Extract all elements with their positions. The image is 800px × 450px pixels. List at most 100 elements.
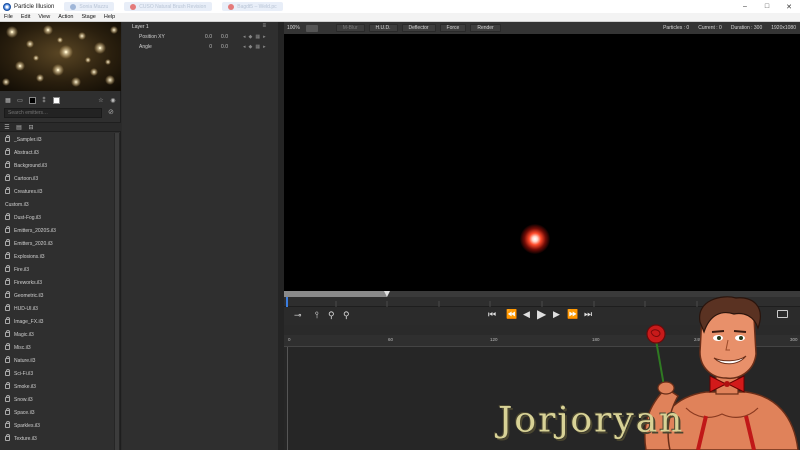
library-item[interactable]: Fireworks.il3: [0, 276, 114, 289]
stage-canvas[interactable]: [284, 34, 800, 291]
library-item[interactable]: Background.il3: [0, 159, 114, 172]
motion-blur-button[interactable]: M-Blur: [335, 24, 365, 32]
step-forward-icon[interactable]: ▶: [553, 309, 560, 320]
property-value[interactable]: 0.0: [218, 44, 228, 50]
menu-help[interactable]: Help: [100, 14, 119, 20]
grid-view-icon[interactable]: ▦: [4, 97, 12, 104]
layer-menu-icon[interactable]: ≡: [262, 23, 266, 29]
key-icon[interactable]: ⊸: [294, 310, 302, 321]
property-value[interactable]: 0: [202, 44, 212, 50]
lock-icon: [5, 434, 10, 441]
go-to-start-icon[interactable]: ⏮: [488, 309, 496, 320]
lock-icon: [5, 304, 10, 311]
library-item-label: Smoke.il3: [14, 383, 36, 390]
sparkle-preview-image: [0, 22, 121, 91]
step-back-icon[interactable]: ◀: [523, 309, 530, 320]
library-item[interactable]: Emitters_2020.il3: [0, 237, 114, 250]
go-to-end-icon[interactable]: ⏭: [584, 309, 592, 320]
library-item-label: Image_FX.il3: [14, 318, 44, 325]
close-button[interactable]: ✕: [778, 0, 800, 13]
menu-file[interactable]: File: [0, 14, 17, 20]
menu-edit[interactable]: Edit: [17, 14, 34, 20]
list-view-icon[interactable]: ☰: [3, 124, 11, 131]
rewind-icon[interactable]: ⏪: [506, 309, 517, 320]
background-tab[interactable]: Sonia Mazzu: [64, 2, 115, 11]
white-bg-icon[interactable]: [52, 96, 60, 104]
deflector-button[interactable]: Deflector: [401, 24, 436, 32]
render-button[interactable]: Render: [470, 24, 501, 32]
fit-view-button[interactable]: [305, 24, 318, 32]
scrollbar-thumb[interactable]: [115, 133, 119, 450]
hud-button[interactable]: H.U.D.: [368, 24, 398, 32]
minimize-button[interactable]: –: [734, 0, 756, 13]
library-item[interactable]: Image_FX.il3: [0, 315, 114, 328]
library-item[interactable]: Abstract.il3: [0, 146, 114, 159]
library-item[interactable]: Fire.il3: [0, 263, 114, 276]
add-keyframe-left-icon[interactable]: ⫯: [315, 310, 319, 321]
play-icon[interactable]: ▶: [537, 307, 546, 321]
layer-header[interactable]: Layer 1 ≡: [122, 22, 278, 32]
library-item-label: Space.il3: [14, 409, 35, 416]
library-search-input[interactable]: [4, 108, 102, 118]
clear-search-icon[interactable]: ⊘: [108, 108, 117, 117]
property-value-y[interactable]: 0.0: [218, 34, 228, 40]
library-item[interactable]: Snow.il3: [0, 393, 114, 406]
duration: Duration : 300: [730, 25, 763, 31]
background-tab[interactable]: Bagdt5 – Weld.pc: [222, 2, 283, 11]
library-item[interactable]: Texture.il3: [0, 432, 114, 445]
checker-bg-icon[interactable]: ⁑: [40, 97, 48, 104]
library-item[interactable]: Sci-Fi.il3: [0, 367, 114, 380]
property-value-x[interactable]: 0.0: [202, 34, 212, 40]
background-tab[interactable]: CUSO Natural Brush Revision: [124, 2, 213, 11]
add-keyframe-icon[interactable]: ⚲: [328, 310, 335, 321]
library-item[interactable]: Sparkles.il3: [0, 419, 114, 432]
lock-icon: [5, 213, 10, 220]
keyframe-next-icon[interactable]: ▸: [263, 44, 266, 50]
graph-icon[interactable]: ▦: [255, 44, 260, 50]
library-item[interactable]: Nature.il3: [0, 354, 114, 367]
library-item[interactable]: Misc.il3: [0, 341, 114, 354]
keyframe-add-icon[interactable]: ◆: [249, 44, 253, 50]
property-row[interactable]: Position XY 0.0 0.0 ◂ ◆ ▦ ▸: [122, 32, 278, 42]
library-item[interactable]: Creatures.il3: [0, 185, 114, 198]
favorite-star-icon[interactable]: ☆: [97, 97, 105, 104]
library-item-label: Geometric.il3: [14, 292, 44, 299]
lock-icon: [5, 278, 10, 285]
keyframe-pin-icon[interactable]: ⚲: [343, 310, 350, 321]
library-item[interactable]: Emitters_2020S.il3: [0, 224, 114, 237]
library-folder[interactable]: Custom.il3: [0, 198, 114, 211]
graph-icon[interactable]: ▦: [255, 34, 260, 40]
fast-forward-icon[interactable]: ⏩: [567, 309, 578, 320]
menu-action[interactable]: Action: [54, 14, 77, 20]
lock-icon: [5, 408, 10, 415]
collapse-icon[interactable]: ⊟: [27, 124, 35, 131]
library-item[interactable]: _Sampler.il3: [0, 133, 114, 146]
zoom-level[interactable]: 100%: [287, 25, 300, 31]
library-item-label: Custom.il3: [5, 201, 29, 208]
emitter-particle-glow[interactable]: [520, 224, 550, 254]
library-item[interactable]: Smoke.il3: [0, 380, 114, 393]
library-item[interactable]: Space.il3: [0, 406, 114, 419]
library-item-label: Abstract.il3: [14, 149, 39, 156]
camera-icon[interactable]: ◉: [109, 97, 117, 104]
property-row[interactable]: Angle 0 0.0 ◂ ◆ ▦ ▸: [122, 42, 278, 52]
keyframe-next-icon[interactable]: ▸: [263, 34, 266, 40]
library-item[interactable]: Explosions.il3: [0, 250, 114, 263]
keyframe-add-icon[interactable]: ◆: [249, 34, 253, 40]
menu-view[interactable]: View: [34, 14, 54, 20]
menu-stage[interactable]: Stage: [77, 14, 99, 20]
keyframe-prev-icon[interactable]: ◂: [243, 44, 246, 50]
library-item[interactable]: HUD-UI.il3: [0, 302, 114, 315]
monitor-icon[interactable]: ▭: [16, 97, 24, 104]
library-item[interactable]: Cartoon.il3: [0, 172, 114, 185]
layer-properties-panel: Layer 1 ≡ Position XY 0.0 0.0 ◂ ◆ ▦ ▸ Angle…: [122, 22, 278, 450]
library-item[interactable]: Dust-Fog.il3: [0, 211, 114, 224]
library-scrollbar[interactable]: [114, 133, 120, 450]
keyframe-prev-icon[interactable]: ◂: [243, 34, 246, 40]
force-button[interactable]: Force: [439, 24, 467, 32]
black-bg-icon[interactable]: [28, 96, 36, 104]
library-item[interactable]: Magic.il3: [0, 328, 114, 341]
maximize-button[interactable]: □: [756, 0, 778, 13]
library-item[interactable]: Geometric.il3: [0, 289, 114, 302]
detail-view-icon[interactable]: ▤: [15, 124, 23, 131]
